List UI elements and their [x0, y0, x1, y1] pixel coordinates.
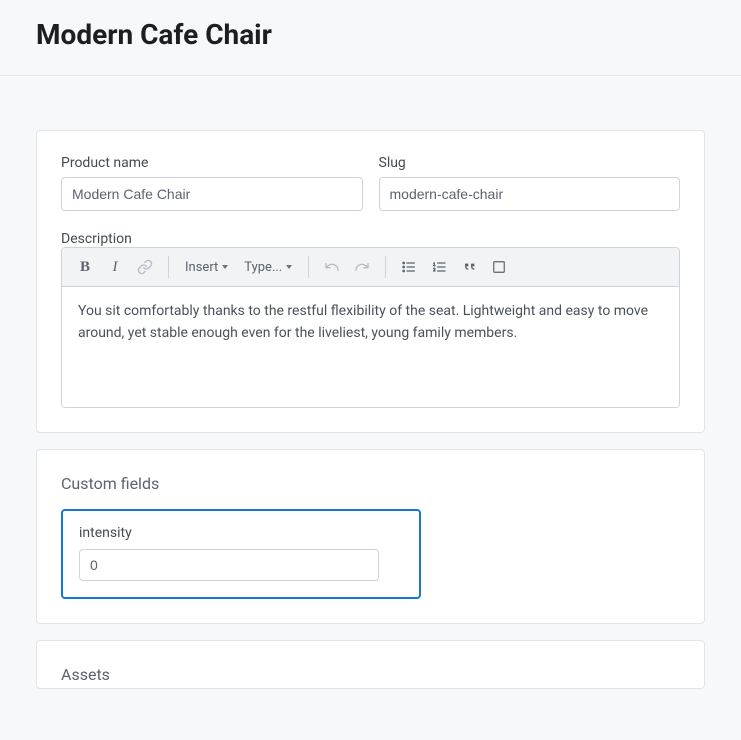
custom-field-intensity: intensity	[61, 509, 421, 599]
insert-label: Insert	[185, 260, 218, 275]
blockquote-button[interactable]	[456, 254, 482, 280]
custom-fields-card: Custom fields intensity	[36, 449, 705, 624]
editor-toolbar: B I Insert Type...	[62, 248, 679, 287]
page-title: Modern Cafe Chair	[36, 18, 705, 51]
rich-text-editor: B I Insert Type...	[61, 247, 680, 408]
assets-title: Assets	[61, 665, 680, 684]
toolbar-separator	[308, 256, 309, 278]
slug-input[interactable]	[379, 177, 681, 211]
assets-card: Assets	[36, 640, 705, 689]
product-name-label: Product name	[61, 155, 363, 171]
maximize-icon	[492, 260, 506, 274]
custom-fields-title: Custom fields	[61, 474, 680, 493]
fullscreen-button[interactable]	[486, 254, 512, 280]
undo-icon	[324, 259, 340, 275]
toolbar-separator	[385, 256, 386, 278]
product-form-card: Product name Slug Description B I	[36, 130, 705, 433]
type-label: Type...	[244, 260, 282, 275]
insert-dropdown[interactable]: Insert	[179, 256, 234, 279]
slug-field: Slug	[379, 155, 681, 211]
undo-button[interactable]	[319, 254, 345, 280]
slug-label: Slug	[379, 155, 681, 171]
caret-down-icon	[222, 265, 228, 269]
page-header: Modern Cafe Chair	[0, 0, 741, 76]
product-name-field: Product name	[61, 155, 363, 211]
description-editor-body[interactable]: You sit comfortably thanks to the restfu…	[62, 287, 679, 407]
page-content: Product name Slug Description B I	[0, 76, 741, 689]
intensity-label: intensity	[79, 525, 403, 541]
link-icon	[137, 259, 153, 275]
quote-icon	[461, 259, 477, 275]
list-ol-icon	[431, 259, 447, 275]
list-ul-icon	[401, 259, 417, 275]
italic-button[interactable]: I	[102, 254, 128, 280]
caret-down-icon	[286, 265, 292, 269]
ordered-list-button[interactable]	[426, 254, 452, 280]
redo-button[interactable]	[349, 254, 375, 280]
product-name-input[interactable]	[61, 177, 363, 211]
description-label: Description	[61, 231, 132, 247]
redo-icon	[354, 259, 370, 275]
bold-button[interactable]: B	[72, 254, 98, 280]
description-field: Description B I Insert Type...	[61, 231, 680, 408]
toolbar-separator	[168, 256, 169, 278]
unordered-list-button[interactable]	[396, 254, 422, 280]
type-dropdown[interactable]: Type...	[238, 256, 298, 279]
link-button[interactable]	[132, 254, 158, 280]
intensity-input[interactable]	[79, 549, 379, 581]
